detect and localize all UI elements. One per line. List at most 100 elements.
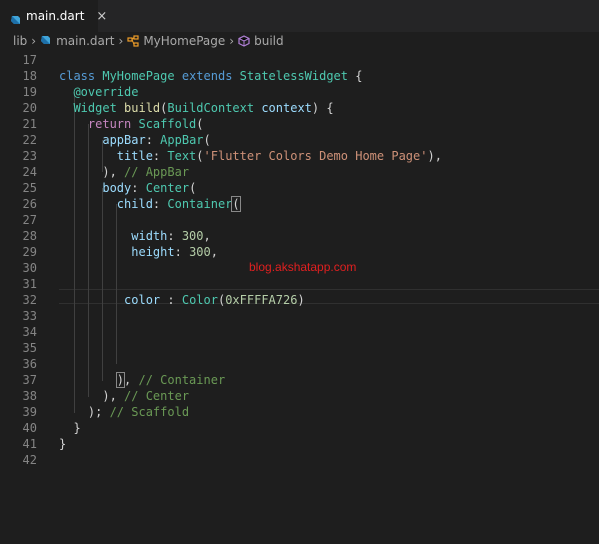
tab-main-dart[interactable]: main.dart × bbox=[0, 0, 107, 32]
code-token: , bbox=[203, 229, 211, 243]
tab-close-icon[interactable]: × bbox=[96, 9, 107, 24]
code-token: StatelessWidget bbox=[239, 69, 349, 83]
code-line[interactable]: 27 bbox=[0, 212, 599, 228]
code-editor[interactable]: blog.akshatapp.com 17 18 class MyHomePage … bbox=[0, 52, 599, 544]
code-token: ( bbox=[196, 117, 204, 131]
code-line[interactable]: 35 bbox=[0, 340, 599, 356]
chevron-right-icon: › bbox=[229, 34, 235, 48]
breadcrumb-item-build[interactable]: build bbox=[238, 34, 284, 48]
code-line[interactable]: 25 body: Center( bbox=[0, 180, 599, 196]
breadcrumb: lib › main.dart › MyHomePage › build bbox=[0, 32, 599, 50]
code-text: @override bbox=[59, 84, 138, 100]
class-icon bbox=[127, 35, 139, 47]
code-token: 0xFFFFA726 bbox=[225, 293, 298, 307]
line-number: 35 bbox=[22, 341, 37, 355]
dart-icon bbox=[40, 35, 52, 47]
code-token: : bbox=[167, 229, 182, 243]
code-text: title: Text('Flutter Colors Demo Home Pa… bbox=[59, 148, 442, 164]
code-token: // Scaffold bbox=[109, 405, 190, 419]
code-token: // AppBar bbox=[124, 165, 190, 179]
dart-icon bbox=[10, 11, 21, 24]
line-number: 25 bbox=[22, 181, 37, 195]
code-token: build bbox=[124, 101, 161, 115]
code-line[interactable]: 19 @override bbox=[0, 84, 599, 100]
code-line[interactable]: 32 color : Color(0xFFFFA726) bbox=[0, 292, 599, 308]
code-line[interactable]: 36 bbox=[0, 356, 599, 372]
line-number: 19 bbox=[22, 85, 37, 99]
code-token: height bbox=[131, 245, 175, 259]
code-line[interactable]: 40 } bbox=[0, 420, 599, 436]
code-line[interactable]: 22 appBar: AppBar( bbox=[0, 132, 599, 148]
code-line[interactable]: 33 bbox=[0, 308, 599, 324]
code-token: color bbox=[124, 293, 161, 307]
code-line[interactable]: 23 title: Text('Flutter Colors Demo Home… bbox=[0, 148, 599, 164]
tab-bar: main.dart × bbox=[0, 0, 599, 32]
code-token: ), bbox=[59, 165, 125, 179]
code-token: Container bbox=[167, 197, 233, 211]
code-line[interactable]: 42 bbox=[0, 452, 599, 468]
code-token: , bbox=[124, 373, 139, 387]
code-token: ( bbox=[189, 181, 197, 195]
code-line[interactable]: 31 bbox=[0, 276, 599, 292]
line-number: 39 bbox=[22, 405, 37, 419]
code-token: // Container bbox=[138, 373, 226, 387]
code-line[interactable]: 28 width: 300, bbox=[0, 228, 599, 244]
line-number: 21 bbox=[22, 117, 37, 131]
code-line[interactable]: 18 class MyHomePage extends StatelessWidg… bbox=[0, 68, 599, 84]
code-line[interactable]: 17 bbox=[0, 52, 599, 68]
breadcrumb-label: MyHomePage bbox=[143, 34, 226, 48]
code-line[interactable]: 20 Widget build(BuildContext context) { bbox=[0, 100, 599, 116]
code-token: , bbox=[210, 245, 218, 259]
breadcrumb-label: build bbox=[254, 34, 284, 48]
code-line[interactable]: 34 bbox=[0, 324, 599, 340]
code-token: context bbox=[254, 101, 312, 115]
code-text: child: Container( bbox=[59, 196, 241, 212]
line-number: 31 bbox=[22, 277, 37, 291]
code-token: } bbox=[59, 421, 81, 435]
line-number: 41 bbox=[22, 437, 37, 451]
line-number: 34 bbox=[22, 325, 37, 339]
code-token: AppBar bbox=[160, 133, 204, 147]
code-text: appBar: AppBar( bbox=[59, 132, 210, 148]
line-number: 22 bbox=[22, 133, 37, 147]
breadcrumb-item-lib[interactable]: lib bbox=[13, 34, 27, 48]
code-text: ), // Center bbox=[59, 388, 189, 404]
line-number: 37 bbox=[22, 373, 37, 387]
breadcrumb-item-myhomepage[interactable]: MyHomePage bbox=[127, 34, 225, 48]
code-token: ), bbox=[427, 149, 442, 163]
code-token: ) { bbox=[311, 101, 334, 115]
code-line[interactable]: 26 child: Container( bbox=[0, 196, 599, 212]
breadcrumb-item-main-dart[interactable]: main.dart bbox=[40, 34, 115, 48]
line-number: 17 bbox=[22, 53, 37, 67]
breadcrumb-label: main.dart bbox=[56, 34, 115, 48]
code-token: MyHomePage bbox=[102, 69, 182, 83]
code-token: Center bbox=[145, 181, 190, 195]
chevron-right-icon: › bbox=[31, 34, 37, 48]
tab-label: main.dart bbox=[26, 9, 85, 23]
code-line[interactable]: 24 ), // AppBar bbox=[0, 164, 599, 180]
code-token: : bbox=[131, 181, 146, 195]
code-text: return Scaffold( bbox=[59, 116, 204, 132]
code-token: : bbox=[152, 149, 168, 163]
line-number: 30 bbox=[22, 261, 37, 275]
code-token: { bbox=[348, 69, 363, 83]
line-number: 23 bbox=[22, 149, 37, 163]
code-token: ) bbox=[297, 293, 305, 307]
line-number: 32 bbox=[22, 293, 37, 307]
code-line[interactable]: 37 ), // Container bbox=[0, 372, 599, 388]
code-token: Widget bbox=[73, 101, 125, 115]
code-line[interactable]: 39 ); // Scaffold bbox=[0, 404, 599, 420]
code-token: Color bbox=[181, 293, 218, 307]
code-line[interactable]: 29 height: 300, bbox=[0, 244, 599, 260]
code-line[interactable]: 38 ), // Center bbox=[0, 388, 599, 404]
code-line[interactable]: 30 bbox=[0, 260, 599, 276]
code-line[interactable]: 21 return Scaffold( bbox=[0, 116, 599, 132]
code-text: height: 300, bbox=[59, 244, 218, 260]
code-text: color : Color(0xFFFFA726) bbox=[59, 292, 305, 308]
code-line[interactable]: 41} bbox=[0, 436, 599, 452]
